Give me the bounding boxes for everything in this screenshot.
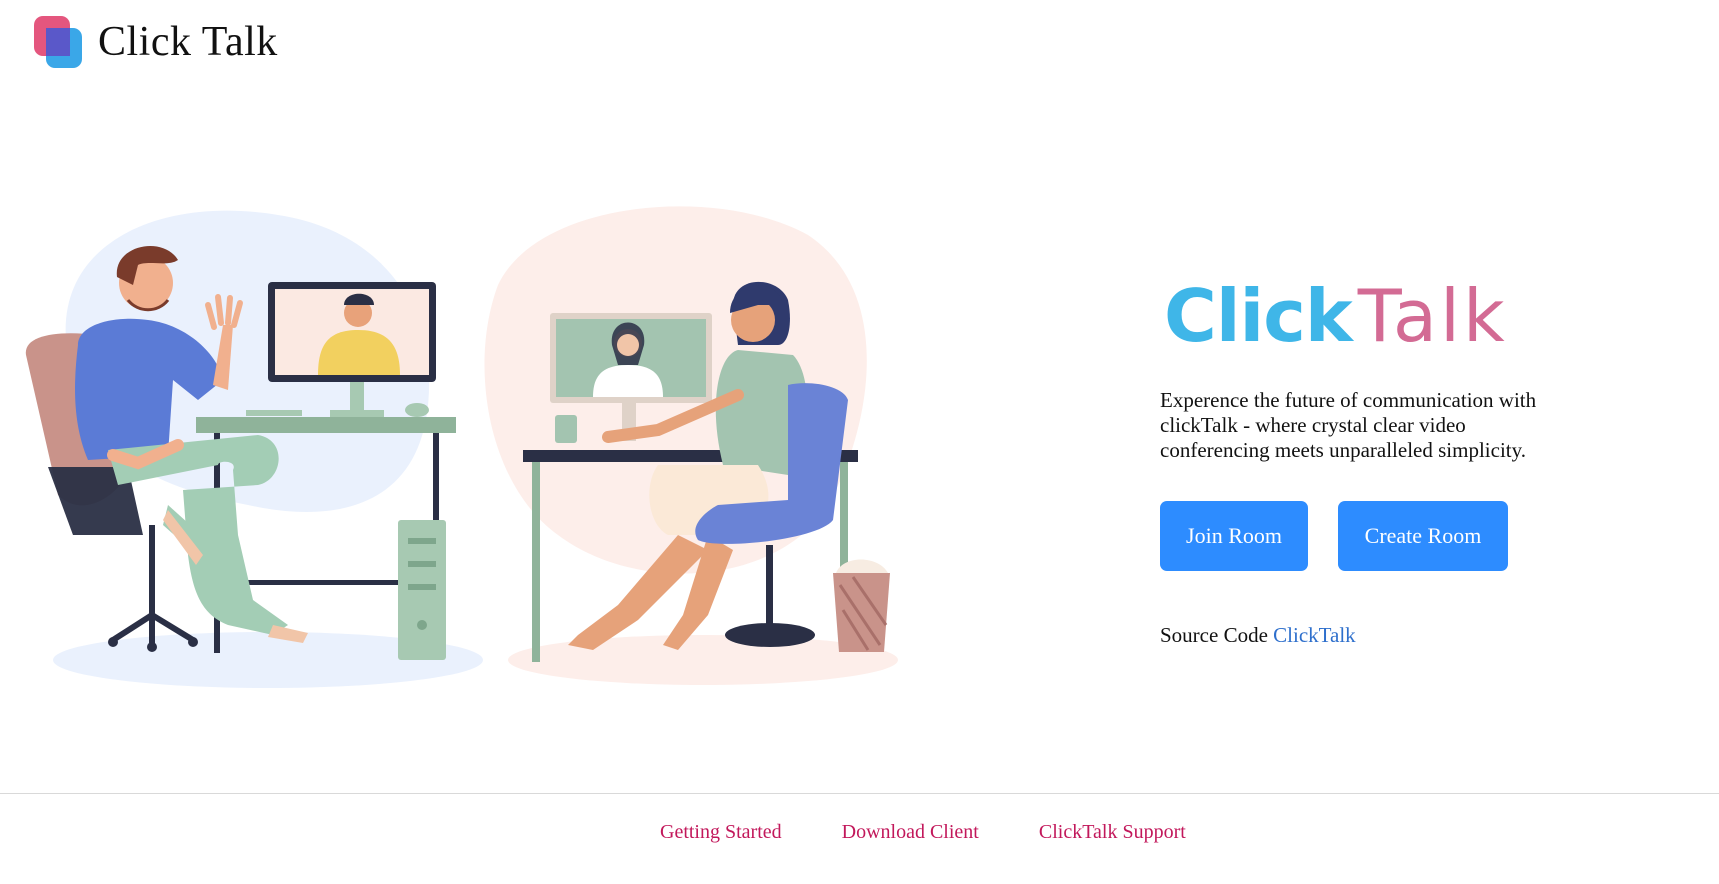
source-code-line: Source Code ClickTalk <box>1160 623 1580 648</box>
app-header: Click Talk <box>32 14 278 70</box>
wordmark-talk: Talk <box>1357 274 1508 358</box>
intro-panel: ClickTalk Experence the future of commun… <box>1160 280 1580 648</box>
join-room-button[interactable]: Join Room <box>1160 501 1308 571</box>
wordmark-click: Click <box>1164 274 1353 358</box>
footer: Getting Started Download Client ClickTal… <box>0 793 1719 884</box>
video-call-illustration <box>25 206 898 688</box>
footer-link-getting-started[interactable]: Getting Started <box>660 821 782 844</box>
brand-name[interactable]: Click Talk <box>98 18 278 66</box>
room-actions: Join Room Create Room <box>1160 501 1580 571</box>
footer-link-download-client[interactable]: Download Client <box>842 821 979 844</box>
footer-links: Getting Started Download Client ClickTal… <box>660 821 1186 844</box>
create-room-button[interactable]: Create Room <box>1338 501 1508 571</box>
clicktalk-wordmark: ClickTalk <box>1164 280 1580 352</box>
source-code-label: Source Code <box>1160 623 1268 647</box>
footer-link-clicktalk-support[interactable]: ClickTalk Support <box>1039 821 1186 844</box>
source-code-link[interactable]: ClickTalk <box>1273 623 1356 647</box>
clicktalk-logo-icon[interactable] <box>32 14 86 70</box>
tagline: Experence the future of communication wi… <box>1160 388 1537 462</box>
